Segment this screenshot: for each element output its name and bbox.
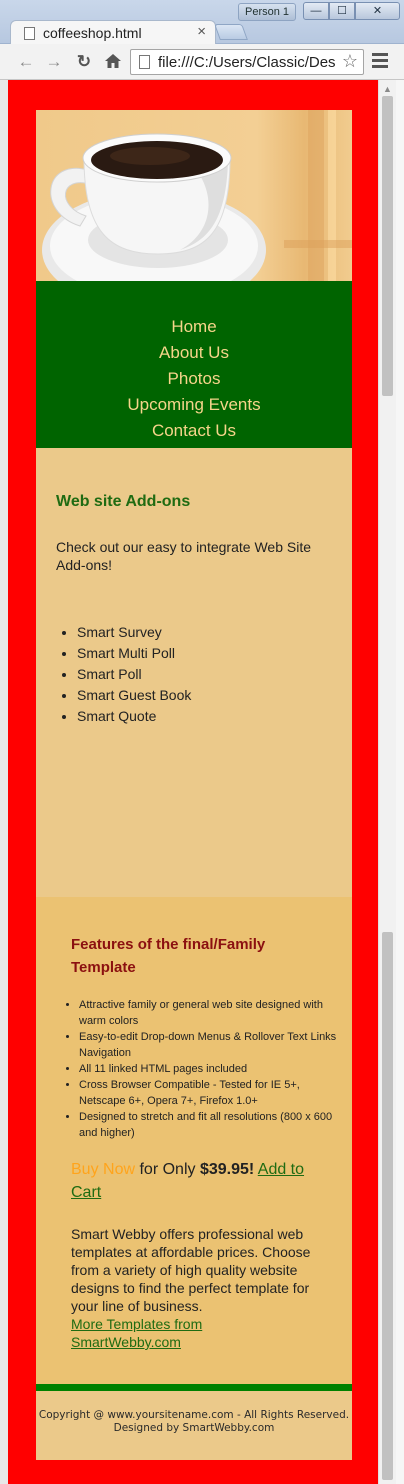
wood-texture [308,110,324,281]
page-viewport: Home About Us Photos Upcoming Events Con… [8,80,378,1484]
browser-toolbar: ← → ↻ file:///C:/Users/Classic/Des ☆ [0,44,404,80]
list-item: Smart Multi Poll [77,643,332,664]
list-item: Designed to stretch and fit all resoluti… [79,1109,344,1141]
home-icon[interactable] [103,52,123,72]
list-item: Smart Quote [77,706,332,727]
main-content: Web site Add-ons Check out our easy to i… [36,448,352,897]
for-only-text: for Only [135,1161,200,1178]
scrollbar-thumb[interactable] [382,96,393,396]
list-item: Smart Guest Book [77,685,332,706]
main-intro: Check out our easy to integrate Web Site… [56,539,311,573]
list-item: Smart Survey [77,622,332,643]
address-bar[interactable]: file:///C:/Users/Classic/Des ☆ [130,49,364,75]
star-icon[interactable]: ☆ [340,51,360,72]
reload-icon[interactable]: ↻ [74,52,94,72]
price-line: Buy Now for Only $39.95! Add to Cart [71,1158,321,1204]
menu-icon[interactable] [372,53,388,71]
more-templates-link[interactable]: More Templates from SmartWebby.com [71,1315,231,1351]
wood-texture [284,240,352,248]
buy-now-text: Buy Now [71,1161,136,1178]
coffee-cup-image [42,133,266,281]
profile-button[interactable]: Person 1 [238,3,296,21]
list-item: Easy-to-edit Drop-down Menus & Rollover … [79,1029,344,1061]
maximize-button[interactable]: ☐ [329,2,355,20]
browser-title-bar: coffeeshop.html × Person 1 — ☐ ✕ [0,0,404,45]
footer: Copyright @ www.yoursitename.com - All R… [36,1391,352,1460]
nav-home[interactable]: Home [36,314,352,340]
price: $39.95! [199,1161,255,1178]
copyright-text: Copyright @ www.yoursitename.com - All R… [38,1409,350,1434]
header-banner [36,110,352,281]
main-navigation: Home About Us Photos Upcoming Events Con… [36,281,352,448]
back-arrow-icon[interactable]: ← [16,52,36,72]
vertical-scrollbar[interactable]: ▲ [378,80,396,1484]
tab-title: coffeeshop.html [43,25,142,41]
page-icon [24,27,35,40]
new-tab-button[interactable] [214,24,248,40]
feature-list: Attractive family or general web site de… [71,997,344,1141]
nav-contact-us[interactable]: Contact Us [36,418,352,444]
nav-upcoming-events[interactable]: Upcoming Events [36,392,352,418]
nav-photos[interactable]: Photos [36,366,352,392]
forward-arrow-icon[interactable]: → [44,52,64,72]
list-item: All 11 linked HTML pages included [79,1061,344,1077]
list-item: Cross Browser Compatible - Tested for IE… [79,1077,344,1109]
right-window-edge [396,80,404,1484]
scroll-up-icon[interactable]: ▲ [383,84,392,94]
footer-divider [36,1384,352,1391]
site-container: Home About Us Photos Upcoming Events Con… [36,110,352,1460]
scrollbar-track-highlight [382,932,393,1480]
addon-list: Smart Survey Smart Multi Poll Smart Poll… [56,622,332,727]
page-icon [139,55,150,69]
main-heading: Web site Add-ons [56,493,191,510]
close-window-button[interactable]: ✕ [355,2,400,20]
wood-texture [328,110,336,281]
features-heading: Features of the final/Family Template [71,936,266,976]
tab-coffeeshop[interactable]: coffeeshop.html × [10,20,216,45]
list-item: Smart Poll [77,664,332,685]
nav-about-us[interactable]: About Us [36,340,352,366]
list-item: Attractive family or general web site de… [79,997,344,1029]
url-text[interactable]: file:///C:/Users/Classic/Des [158,54,336,71]
left-window-edge [0,80,8,1484]
minimize-button[interactable]: — [303,2,329,20]
features-panel: Features of the final/Family Template At… [36,897,352,1384]
tab-close-icon[interactable]: × [197,23,206,40]
about-text: Smart Webby offers professional web temp… [71,1226,311,1314]
